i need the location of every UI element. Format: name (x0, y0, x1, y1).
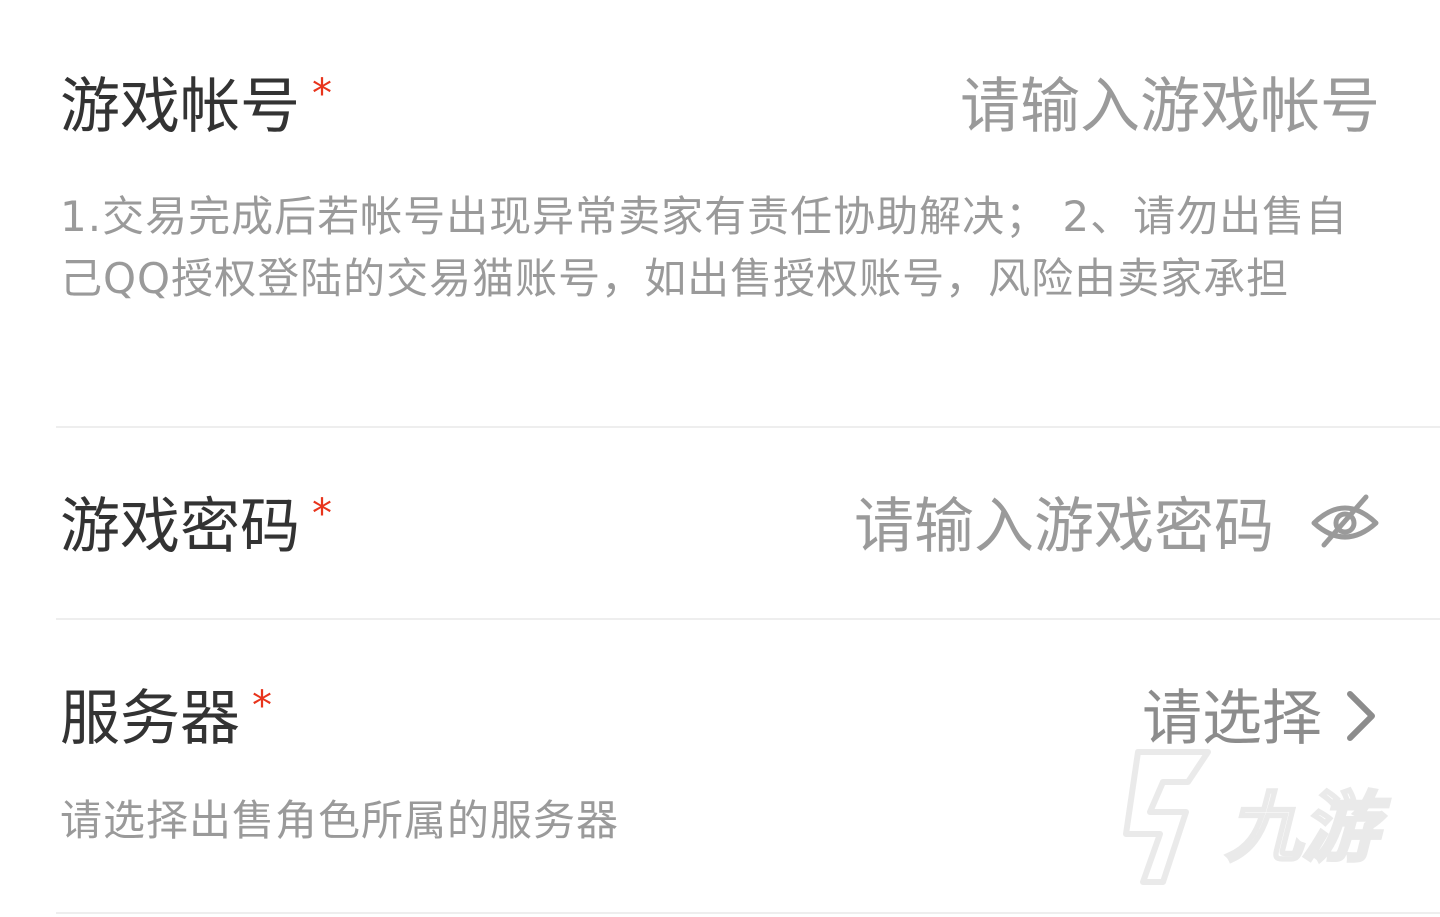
password-input[interactable] (594, 491, 1274, 563)
password-row: 游戏密码 * (0, 428, 1440, 620)
required-mark: * (312, 71, 332, 117)
password-label-text: 游戏密码 (60, 492, 300, 562)
account-input[interactable] (620, 71, 1380, 143)
watermark-text: 九游 (1226, 783, 1390, 872)
server-label-text: 服务器 (60, 684, 240, 754)
account-label: 游戏帐号 * (60, 71, 332, 149)
password-label: 游戏密码 * (60, 491, 332, 569)
divider (56, 912, 1440, 914)
account-row: 游戏帐号 * 1.交易完成后若帐号出现异常卖家有责任协助解决； 2、请勿出售自己Q… (0, 0, 1440, 428)
chevron-right-icon[interactable] (1342, 686, 1378, 746)
sell-account-form: 游戏帐号 * 1.交易完成后若帐号出现异常卖家有责任协助解决； 2、请勿出售自己Q… (0, 0, 1440, 917)
eye-off-icon[interactable] (1310, 491, 1380, 551)
account-label-text: 游戏帐号 (60, 72, 300, 142)
jiuyou-logo: 九游 (1108, 742, 1408, 892)
account-hint: 1.交易完成后若帐号出现异常卖家有责任协助解决； 2、请勿出售自己QQ授权登陆的… (60, 192, 1349, 303)
required-mark: * (312, 491, 332, 537)
server-label: 服务器 * (60, 683, 272, 761)
required-mark: * (252, 683, 272, 729)
